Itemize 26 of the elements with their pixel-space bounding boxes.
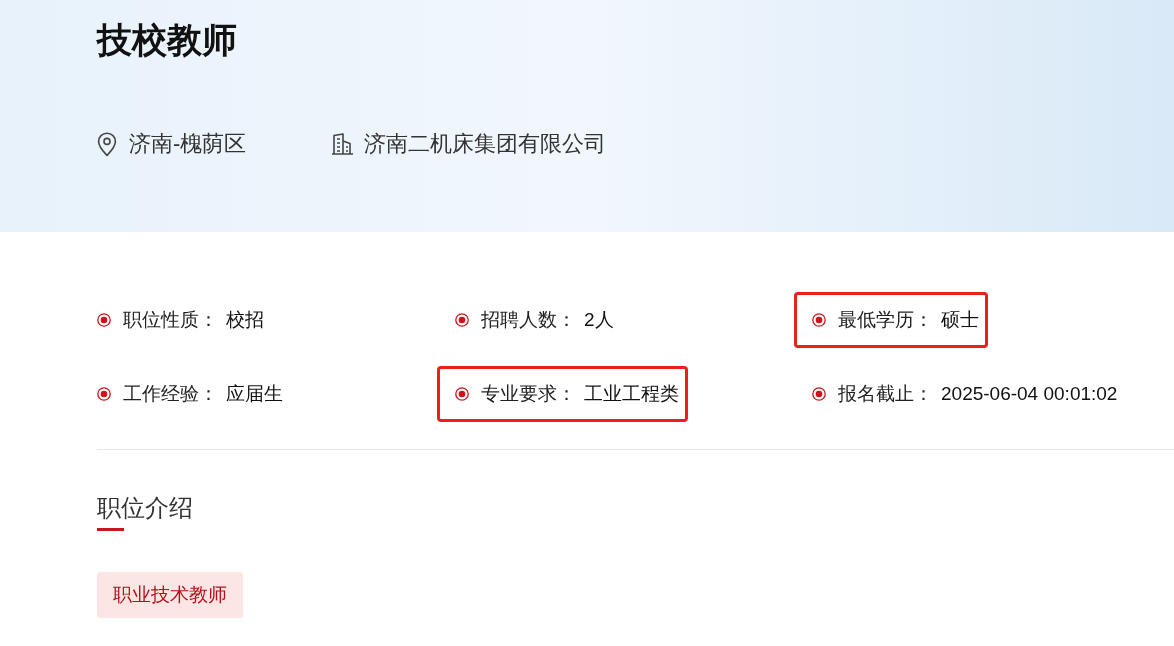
target-dot-icon bbox=[812, 313, 826, 327]
info-label: 职位性质： bbox=[123, 308, 218, 332]
building-icon bbox=[331, 133, 354, 155]
section-title: 职位介绍 bbox=[97, 493, 193, 523]
target-dot-icon bbox=[97, 387, 111, 401]
section-underline bbox=[97, 528, 124, 531]
info-value: 应届生 bbox=[226, 382, 283, 406]
info-label: 最低学历： bbox=[838, 308, 933, 332]
job-tag: 职业技术教师 bbox=[97, 572, 243, 618]
location-text: 济南-槐荫区 bbox=[129, 130, 247, 158]
info-value: 校招 bbox=[226, 308, 264, 332]
info-value: 2人 bbox=[584, 308, 614, 332]
target-dot-icon bbox=[812, 387, 826, 401]
info-label: 专业要求： bbox=[481, 382, 576, 406]
job-title: 技校教师 bbox=[97, 19, 237, 61]
company-name: 济南二机床集团有限公司 bbox=[364, 130, 606, 158]
info-value: 硕士 bbox=[941, 308, 979, 332]
info-label: 工作经验： bbox=[123, 382, 218, 406]
location-pin-icon bbox=[97, 131, 117, 157]
target-dot-icon bbox=[455, 387, 469, 401]
info-label: 招聘人数： bbox=[481, 308, 576, 332]
info-value: 工业工程类 bbox=[584, 382, 679, 406]
info-label: 报名截止： bbox=[838, 382, 933, 406]
target-dot-icon bbox=[455, 313, 469, 327]
target-dot-icon bbox=[97, 313, 111, 327]
info-value: 2025-06-04 00:01:02 bbox=[941, 382, 1118, 406]
